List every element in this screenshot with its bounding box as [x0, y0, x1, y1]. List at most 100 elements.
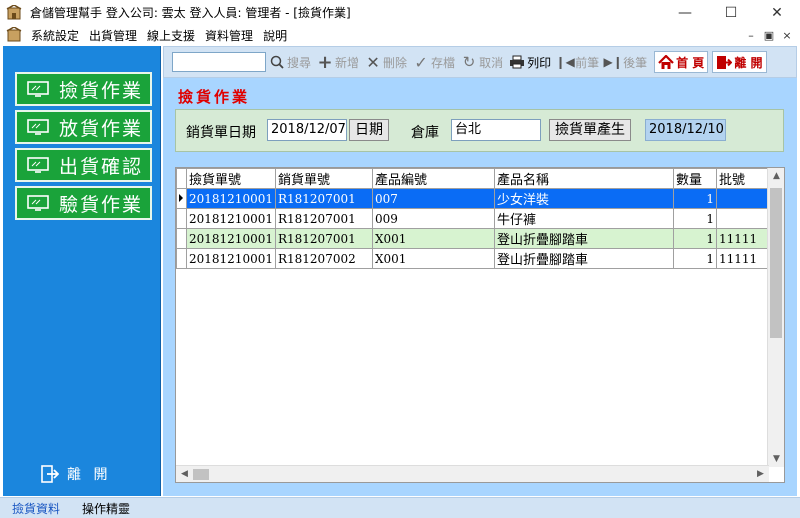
warehouse-field[interactable]: 台北 — [451, 119, 541, 141]
generate-picklist-button[interactable]: 撿貨單產生 — [549, 119, 631, 141]
row-selector[interactable] — [176, 188, 187, 209]
print-label: 列印 — [527, 55, 552, 70]
print-button[interactable]: 列印 — [506, 51, 554, 73]
plus-icon: + — [317, 51, 333, 73]
search-button[interactable]: 搜尋 — [266, 51, 314, 73]
status-operation-wizard[interactable]: 操作精靈 — [82, 500, 130, 517]
sidebar-exit-button[interactable]: 離 開 — [41, 464, 111, 484]
sidebar-item-inspection[interactable]: 驗貨作業 — [15, 186, 152, 220]
mdi-close-icon[interactable]: × — [778, 29, 796, 42]
date-picker-button[interactable]: 日期 — [349, 119, 389, 141]
sidebar-item-picking[interactable]: 撿貨作業 — [15, 72, 152, 106]
column-header[interactable]: 產品名稱 — [493, 168, 674, 189]
mdi-restore-icon[interactable]: ▣ — [760, 29, 778, 42]
menu-app-icon — [6, 26, 22, 43]
checkmark-icon: ✓ — [414, 52, 428, 72]
scroll-down-icon[interactable]: ▼ — [768, 451, 784, 467]
table-cell[interactable]: 牛仔褲 — [493, 208, 674, 229]
table-cell[interactable]: 20181210001 — [186, 188, 276, 209]
table-row[interactable]: 20181210001 R181207002 X001 登山折疊腳踏車 1 11… — [176, 248, 777, 269]
monitor-icon — [27, 157, 49, 173]
table-cell[interactable]: 1 — [672, 228, 717, 249]
menu-shipping-management[interactable]: 出貨管理 — [84, 27, 142, 44]
column-header[interactable]: 銷貨單號 — [274, 168, 373, 189]
picklist-table: 撿貨單號 銷貨單號 產品編號 產品名稱 數量 批號 20181210001 R1… — [176, 168, 777, 269]
maximize-icon[interactable]: ☐ — [708, 0, 754, 25]
skip-back-icon: ❙◀ — [555, 55, 575, 69]
sidebar-exit-label: 離 開 — [67, 467, 112, 483]
mdi-minimize-icon[interactable]: – — [742, 29, 760, 42]
vertical-scroll-thumb[interactable] — [770, 188, 782, 338]
table-row[interactable]: 20181210001 R181207001 009 牛仔褲 1 — [176, 208, 777, 229]
toolbar-exit-button[interactable]: 離 開 — [712, 51, 767, 73]
table-cell[interactable]: R181207001 — [274, 228, 373, 249]
table-cell[interactable]: 1 — [672, 188, 717, 209]
status-bar: 撿貨資料 操作精靈 — [0, 497, 800, 518]
row-selector[interactable] — [176, 228, 187, 249]
table-cell[interactable]: R181207002 — [274, 248, 373, 269]
add-button[interactable]: + 新增 — [314, 51, 362, 73]
toolbar: 搜尋 + 新增 ✕ 刪除 ✓ 存檔 ↻ 取消 列印 ❙◀ 前筆 ▶❙ 後筆 首 … — [163, 46, 797, 78]
menu-online-support[interactable]: 線上支援 — [142, 27, 200, 44]
generated-date-display: 2018/12/10 — [645, 119, 726, 141]
exit-icon — [41, 465, 59, 483]
table-row[interactable]: 20181210001 R181207001 007 少女洋裝 1 — [176, 188, 777, 209]
next-label: 後筆 — [623, 55, 648, 70]
cancel-label: 取消 — [479, 55, 504, 70]
scroll-right-icon[interactable]: ▶ — [752, 466, 769, 482]
next-record-button[interactable]: ▶❙ 後筆 — [602, 51, 650, 73]
column-header[interactable]: 產品編號 — [371, 168, 495, 189]
menu-help[interactable]: 說明 — [258, 27, 292, 44]
row-header-corner — [176, 168, 187, 189]
warehouse-label: 倉庫 — [411, 125, 439, 141]
table-cell[interactable]: 007 — [371, 188, 495, 209]
scroll-left-icon[interactable]: ◀ — [176, 466, 193, 482]
menu-bar: 系統設定 出貨管理 線上支援 資料管理 說明 – ▣ × — [0, 25, 800, 45]
horizontal-scroll-thumb[interactable] — [193, 469, 209, 480]
column-header[interactable]: 數量 — [672, 168, 717, 189]
close-icon[interactable]: ✕ — [754, 0, 800, 25]
table-cell[interactable]: 登山折疊腳踏車 — [493, 248, 674, 269]
table-cell[interactable]: 20181210001 — [186, 208, 276, 229]
table-cell[interactable]: R181207001 — [274, 188, 373, 209]
delete-icon: ✕ — [366, 52, 380, 72]
menu-system-settings[interactable]: 系統設定 — [26, 27, 84, 44]
table-cell[interactable]: 1 — [672, 248, 717, 269]
form-title: 撿貨作業 — [178, 88, 251, 106]
table-cell[interactable]: 登山折疊腳踏車 — [493, 228, 674, 249]
cancel-button[interactable]: ↻ 取消 — [458, 51, 506, 73]
printer-icon — [509, 54, 525, 70]
sidebar-item-putaway[interactable]: 放貨作業 — [15, 110, 152, 144]
table-row[interactable]: 20181210001 R181207001 X001 登山折疊腳踏車 1 11… — [176, 228, 777, 249]
menu-data-management[interactable]: 資料管理 — [200, 27, 258, 44]
table-cell[interactable]: 1 — [672, 208, 717, 229]
horizontal-scrollbar[interactable]: ◀ ▶ — [176, 465, 769, 482]
app-icon — [6, 4, 22, 21]
row-selector[interactable] — [176, 208, 187, 229]
home-button[interactable]: 首 頁 — [654, 51, 709, 73]
monitor-icon — [27, 119, 49, 135]
home-label: 首 頁 — [676, 55, 705, 70]
table-cell[interactable]: 20181210001 — [186, 228, 276, 249]
sales-date-field[interactable]: 2018/12/07 — [267, 119, 347, 141]
scroll-up-icon[interactable]: ▲ — [768, 168, 784, 184]
picklist-grid: 撿貨單號 銷貨單號 產品編號 產品名稱 數量 批號 20181210001 R1… — [175, 167, 785, 483]
sidebar: 撿貨作業 放貨作業 出貨確認 驗貨作業 離 開 — [3, 46, 161, 496]
table-cell[interactable]: X001 — [371, 248, 495, 269]
column-header[interactable]: 撿貨單號 — [186, 168, 276, 189]
table-cell[interactable]: 20181210001 — [186, 248, 276, 269]
search-input[interactable] — [172, 52, 266, 72]
save-button[interactable]: ✓ 存檔 — [410, 51, 458, 73]
vertical-scrollbar[interactable]: ▲ ▼ — [767, 168, 784, 467]
status-picking-data[interactable]: 撿貨資料 — [12, 500, 60, 517]
prev-record-button[interactable]: ❙◀ 前筆 — [554, 51, 602, 73]
minimize-icon[interactable]: — — [662, 0, 708, 25]
row-selector[interactable] — [176, 248, 187, 269]
table-cell[interactable]: X001 — [371, 228, 495, 249]
sidebar-item-shipment-confirm[interactable]: 出貨確認 — [15, 148, 152, 182]
table-cell[interactable]: 009 — [371, 208, 495, 229]
table-cell[interactable]: R181207001 — [274, 208, 373, 229]
table-cell[interactable]: 少女洋裝 — [493, 188, 674, 209]
delete-button[interactable]: ✕ 刪除 — [362, 51, 410, 73]
sidebar-item-label: 撿貨作業 — [59, 79, 144, 102]
